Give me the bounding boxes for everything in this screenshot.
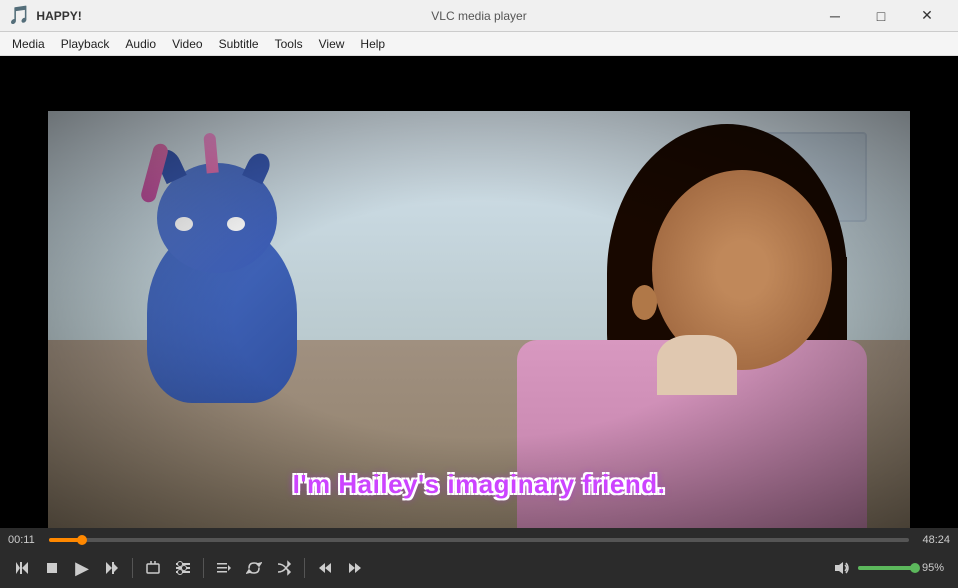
menu-media[interactable]: Media <box>4 32 53 56</box>
app-name-label: HAPPY! <box>36 9 81 23</box>
stop-button[interactable] <box>38 554 66 582</box>
menu-playback[interactable]: Playback <box>53 32 118 56</box>
time-total: 48:24 <box>915 534 950 546</box>
close-button[interactable]: ✕ <box>904 0 950 32</box>
separator-1 <box>132 558 133 578</box>
menu-audio[interactable]: Audio <box>117 32 164 56</box>
menu-subtitle[interactable]: Subtitle <box>211 32 267 56</box>
progress-area: 00:11 48:24 <box>0 528 958 550</box>
random-button[interactable] <box>270 554 298 582</box>
volume-slider[interactable] <box>858 566 918 570</box>
previous-track-button[interactable] <box>8 554 36 582</box>
volume-handle <box>910 563 920 573</box>
maximize-button[interactable]: □ <box>858 0 904 32</box>
volume-area: 95% <box>830 554 950 582</box>
menu-bar: Media Playback Audio Video Subtitle Tool… <box>0 32 958 56</box>
skip-forward-button[interactable] <box>341 554 369 582</box>
loop-button[interactable] <box>240 554 268 582</box>
menu-video[interactable]: Video <box>164 32 210 56</box>
letterbox-top <box>0 56 958 111</box>
volume-button[interactable] <box>830 554 854 582</box>
player-title: VLC media player <box>431 9 526 23</box>
letterbox-right <box>910 56 958 528</box>
menu-view[interactable]: View <box>311 32 353 56</box>
separator-3 <box>304 558 305 578</box>
separator-2 <box>203 558 204 578</box>
time-current: 00:11 <box>8 534 43 546</box>
menu-help[interactable]: Help <box>352 32 393 56</box>
fullscreen-button[interactable] <box>139 554 167 582</box>
volume-fill <box>858 566 915 570</box>
menu-tools[interactable]: Tools <box>267 32 311 56</box>
controls-bar: 00:11 48:24 ▶ <box>0 528 958 588</box>
play-button[interactable]: ▶ <box>68 554 96 582</box>
playlist-button[interactable] <box>210 554 238 582</box>
letterbox-left <box>0 56 48 528</box>
progress-handle <box>77 535 87 545</box>
title-controls: ─ □ ✕ <box>812 0 950 32</box>
scene-content: I'm Hailey's imaginary friend. <box>48 111 910 528</box>
next-track-button[interactable] <box>98 554 126 582</box>
buttons-row: ▶ <box>0 550 958 586</box>
subtitle-text: I'm Hailey's imaginary friend. <box>293 469 666 500</box>
minimize-button[interactable]: ─ <box>812 0 858 32</box>
video-frame: I'm Hailey's imaginary friend. <box>0 56 958 528</box>
extended-settings-button[interactable] <box>169 554 197 582</box>
skip-back-button[interactable] <box>311 554 339 582</box>
video-area[interactable]: I'm Hailey's imaginary friend. <box>0 56 958 528</box>
title-left: 🎵 HAPPY! <box>8 5 82 26</box>
vlc-cone-icon: 🎵 <box>8 5 30 26</box>
progress-track[interactable] <box>49 538 909 542</box>
volume-percent: 95% <box>922 562 950 574</box>
title-bar: 🎵 HAPPY! VLC media player ─ □ ✕ <box>0 0 958 32</box>
